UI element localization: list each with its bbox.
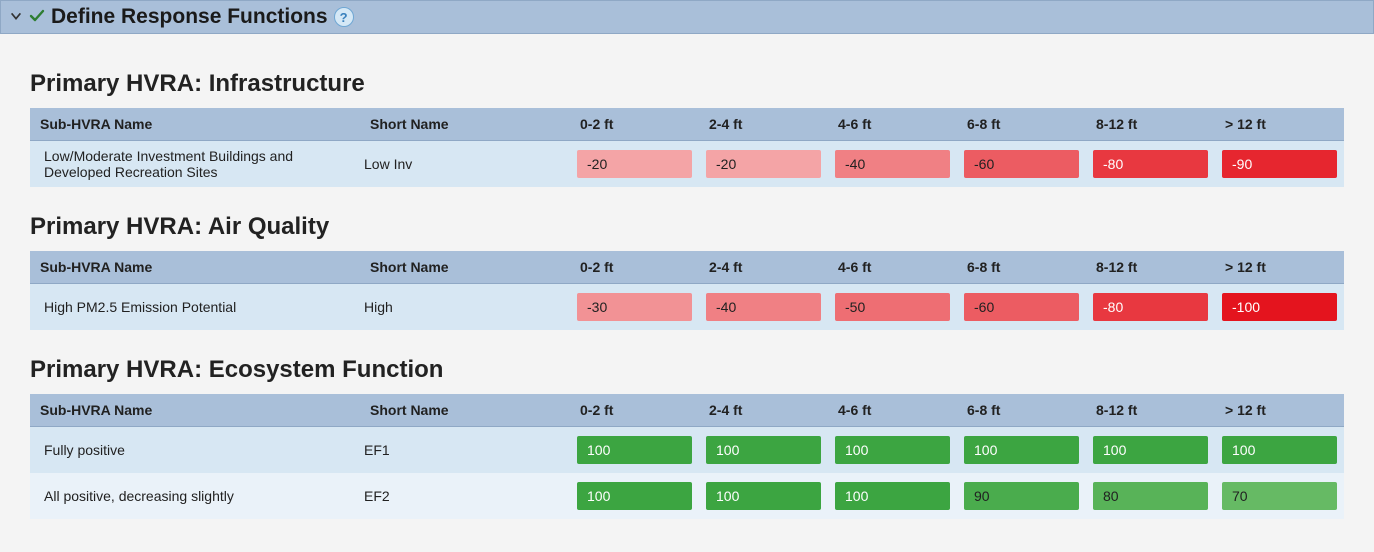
response-value[interactable]: 100 [835,482,950,510]
response-value[interactable]: -40 [706,293,821,321]
panel-header[interactable]: Define Response Functions ? [0,0,1374,34]
response-value-cell[interactable]: 70 [1215,473,1344,519]
response-value[interactable]: 100 [577,436,692,464]
col-header-range: 2-4 ft [699,394,828,427]
panel-title: Define Response Functions [51,5,328,29]
response-value-cell[interactable]: -60 [957,141,1086,187]
response-value[interactable]: -90 [1222,150,1337,178]
col-header-short: Short Name [360,108,570,141]
response-value-cell[interactable]: 100 [1086,427,1215,473]
col-header-range: > 12 ft [1215,251,1344,284]
response-value[interactable]: -20 [706,150,821,178]
status-check-icon [29,8,45,27]
col-header-range: 0-2 ft [570,394,699,427]
response-value-cell[interactable]: 100 [957,427,1086,473]
col-header-name: Sub-HVRA Name [30,394,360,427]
col-header-range: 2-4 ft [699,251,828,284]
response-value[interactable]: -80 [1093,150,1208,178]
col-header-short: Short Name [360,251,570,284]
response-value[interactable]: 100 [706,436,821,464]
col-header-name: Sub-HVRA Name [30,108,360,141]
response-value-cell[interactable]: 100 [570,473,699,519]
hvra-table: Sub-HVRA NameShort Name0-2 ft2-4 ft4-6 f… [30,251,1344,330]
response-value-cell[interactable]: 100 [699,473,828,519]
response-value[interactable]: 100 [706,482,821,510]
response-value-cell[interactable]: 90 [957,473,1086,519]
sub-hvra-name: Fully positive [30,427,360,473]
hvra-section-heading: Primary HVRA: Ecosystem Function [30,356,1344,384]
sub-hvra-name: Low/Moderate Investment Buildings and De… [30,141,360,187]
response-value[interactable]: 100 [1222,436,1337,464]
col-header-range: 4-6 ft [828,251,957,284]
response-value-cell[interactable]: -40 [828,141,957,187]
col-header-range: 8-12 ft [1086,251,1215,284]
hvra-section-heading: Primary HVRA: Air Quality [30,213,1344,241]
response-value-cell[interactable]: 100 [828,473,957,519]
response-value[interactable]: 100 [577,482,692,510]
response-value[interactable]: 100 [1093,436,1208,464]
response-value-cell[interactable]: -50 [828,284,957,330]
sub-hvra-name: All positive, decreasing slightly [30,473,360,519]
response-value-cell[interactable]: 100 [699,427,828,473]
panel-body: Primary HVRA: Infrastructure Sub-HVRA Nam… [0,34,1374,539]
col-header-range: 8-12 ft [1086,394,1215,427]
response-value-cell[interactable]: 100 [1215,427,1344,473]
response-value-cell[interactable]: -20 [699,141,828,187]
response-value[interactable]: -50 [835,293,950,321]
response-value[interactable]: -20 [577,150,692,178]
response-value[interactable]: 100 [964,436,1079,464]
col-header-short: Short Name [360,394,570,427]
response-functions-panel: Define Response Functions ? Primary HVRA… [0,0,1374,539]
response-value[interactable]: 90 [964,482,1079,510]
table-row: All positive, decreasing slightlyEF21001… [30,473,1344,519]
table-row: Low/Moderate Investment Buildings and De… [30,141,1344,187]
col-header-range: 8-12 ft [1086,108,1215,141]
response-value[interactable]: -100 [1222,293,1337,321]
col-header-name: Sub-HVRA Name [30,251,360,284]
col-header-range: 0-2 ft [570,251,699,284]
response-value[interactable]: 80 [1093,482,1208,510]
response-value-cell[interactable]: -90 [1215,141,1344,187]
col-header-range: > 12 ft [1215,394,1344,427]
response-value[interactable]: -80 [1093,293,1208,321]
sub-hvra-short: EF1 [360,427,570,473]
response-value-cell[interactable]: -60 [957,284,1086,330]
response-value[interactable]: 100 [835,436,950,464]
table-row: Fully positiveEF1100100100100100100 [30,427,1344,473]
col-header-range: 2-4 ft [699,108,828,141]
sub-hvra-name: High PM2.5 Emission Potential [30,284,360,330]
hvra-table: Sub-HVRA NameShort Name0-2 ft2-4 ft4-6 f… [30,394,1344,519]
col-header-range: 4-6 ft [828,108,957,141]
col-header-range: 6-8 ft [957,251,1086,284]
response-value-cell[interactable]: 100 [828,427,957,473]
col-header-range: 4-6 ft [828,394,957,427]
sub-hvra-short: EF2 [360,473,570,519]
col-header-range: 6-8 ft [957,108,1086,141]
col-header-range: 6-8 ft [957,394,1086,427]
sub-hvra-short: Low Inv [360,141,570,187]
response-value-cell[interactable]: -100 [1215,284,1344,330]
response-value[interactable]: -60 [964,150,1079,178]
response-value[interactable]: 70 [1222,482,1337,510]
response-value-cell[interactable]: -20 [570,141,699,187]
response-value[interactable]: -60 [964,293,1079,321]
response-value-cell[interactable]: -80 [1086,284,1215,330]
sub-hvra-short: High [360,284,570,330]
response-value-cell[interactable]: 80 [1086,473,1215,519]
hvra-table: Sub-HVRA NameShort Name0-2 ft2-4 ft4-6 f… [30,108,1344,187]
table-row: High PM2.5 Emission PotentialHigh-30-40-… [30,284,1344,330]
help-icon[interactable]: ? [334,7,354,27]
response-value-cell[interactable]: -30 [570,284,699,330]
col-header-range: > 12 ft [1215,108,1344,141]
hvra-section-heading: Primary HVRA: Infrastructure [30,70,1344,98]
collapse-chevron-icon[interactable] [9,9,23,26]
response-value[interactable]: -30 [577,293,692,321]
response-value-cell[interactable]: -80 [1086,141,1215,187]
response-value[interactable]: -40 [835,150,950,178]
col-header-range: 0-2 ft [570,108,699,141]
response-value-cell[interactable]: -40 [699,284,828,330]
response-value-cell[interactable]: 100 [570,427,699,473]
